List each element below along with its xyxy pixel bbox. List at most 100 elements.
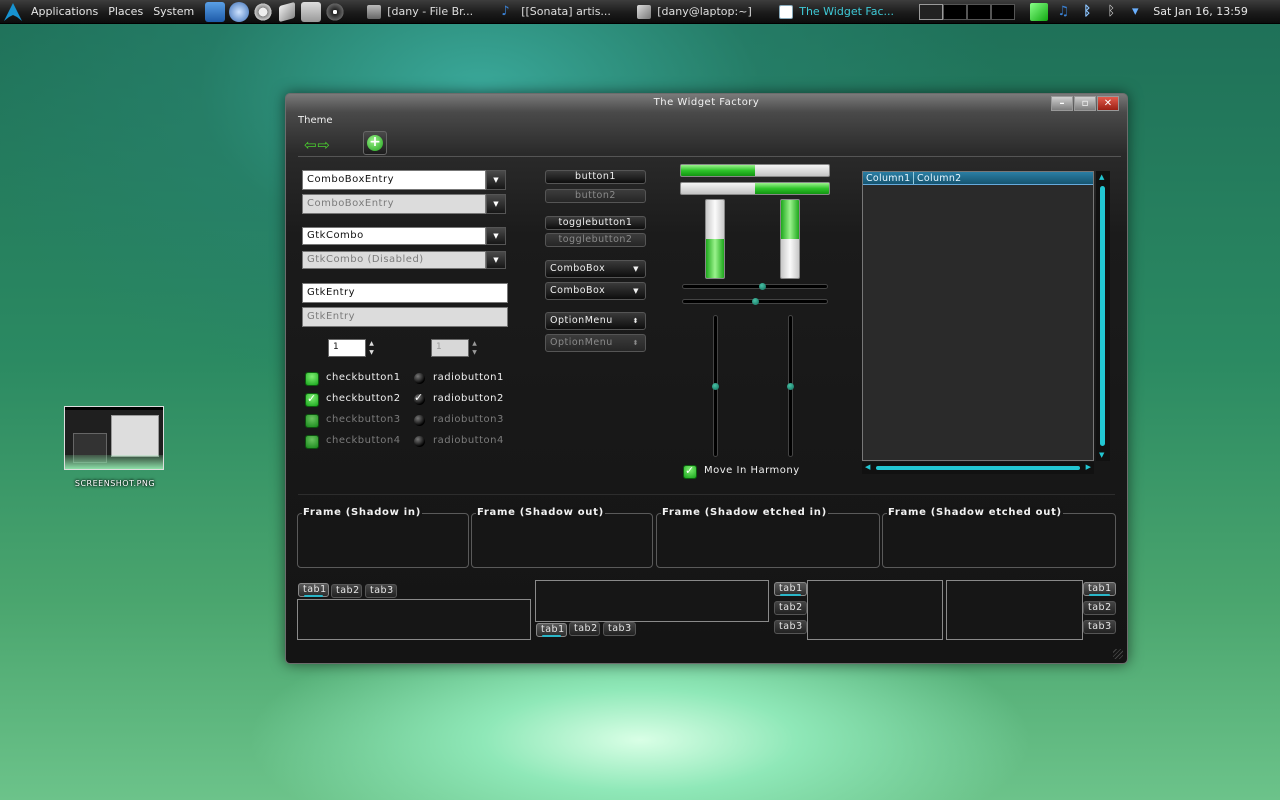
add-button[interactable]: + xyxy=(363,131,387,155)
workspace-3[interactable] xyxy=(967,3,992,20)
window-title: The Widget Factory xyxy=(653,97,760,108)
bluetooth-alt-icon[interactable]: ᛒ xyxy=(1102,3,1120,21)
back-forward-arrows-icon[interactable]: ⇦ ⇨ xyxy=(304,136,330,154)
scroll-left-icon[interactable]: ◀ xyxy=(865,463,870,471)
scroll-up-icon[interactable]: ▲ xyxy=(1099,173,1104,181)
radiobutton3 xyxy=(414,415,425,426)
checkbutton2[interactable] xyxy=(305,392,319,407)
music-tray-icon[interactable]: ♫ xyxy=(1054,3,1072,21)
workspace-2[interactable] xyxy=(943,3,968,20)
progress-fill xyxy=(755,183,829,194)
scroll-right-icon[interactable]: ▶ xyxy=(1086,463,1091,471)
bluetooth-icon[interactable]: ᛒ xyxy=(1078,3,1096,21)
task-widget-factory[interactable]: The Widget Fac... xyxy=(773,1,909,23)
network-icon[interactable]: ▾ xyxy=(1126,3,1144,21)
nb1-tab2[interactable]: tab2 xyxy=(331,584,362,598)
nb3-tab2[interactable]: tab2 xyxy=(774,601,807,615)
menu-places[interactable]: Places xyxy=(103,5,148,18)
progress-fill xyxy=(781,200,799,239)
chevron-down-icon: ▼ xyxy=(633,287,639,295)
horizontal-scrollbar[interactable]: ◀ ▶ xyxy=(862,462,1094,474)
arch-logo-icon[interactable] xyxy=(0,0,26,24)
gtk-combo-disabled: GtkCombo (Disabled) xyxy=(302,251,486,269)
nb4-tab3[interactable]: tab3 xyxy=(1083,620,1116,634)
close-button[interactable]: ✕ xyxy=(1097,96,1119,111)
resize-grip-icon[interactable] xyxy=(1113,649,1123,659)
nb1-tab3[interactable]: tab3 xyxy=(365,584,397,598)
combobox-entry[interactable]: ComboBoxEntry xyxy=(302,170,486,190)
terminal-tray-icon[interactable] xyxy=(1030,2,1049,21)
spin-arrows-icon[interactable]: ▲ ▼ xyxy=(367,339,376,357)
window-icon xyxy=(779,4,794,19)
gtk-entry[interactable]: GtkEntry xyxy=(302,283,508,303)
nb2-tab2[interactable]: tab2 xyxy=(569,622,600,636)
progress-fill xyxy=(706,239,724,278)
frame-shadow-in: Frame (Shadow in) xyxy=(297,507,469,568)
menu-system[interactable]: System xyxy=(148,5,199,18)
nb4-tab1[interactable]: tab1 xyxy=(1083,582,1116,596)
desktop-icon-screenshot[interactable]: SCREENSHOT.PNG xyxy=(64,406,166,488)
clock[interactable]: Sat Jan 16, 13:59 xyxy=(1153,5,1248,18)
settings-gear-icon[interactable] xyxy=(253,1,274,22)
gtk-combo-dropdown-icon[interactable]: ▼ xyxy=(486,227,506,245)
spin-button[interactable]: 1 xyxy=(328,339,366,357)
workspace-4[interactable] xyxy=(991,3,1016,20)
text-editor-icon[interactable] xyxy=(279,1,296,22)
option-menu[interactable]: OptionMenu ⬍ xyxy=(545,312,646,330)
toolbar-separator xyxy=(298,156,1121,157)
task-terminal[interactable]: [dany@laptop:~] xyxy=(631,1,767,23)
nb4-tab2[interactable]: tab2 xyxy=(1083,601,1116,615)
workspace-switcher xyxy=(919,3,1016,20)
column-header-2[interactable]: Column2 xyxy=(914,172,1093,184)
task-sonata[interactable]: ♪ [[Sonata] artis... xyxy=(495,1,625,23)
option-menu-label: OptionMenu xyxy=(550,315,613,326)
task-file-browser[interactable]: [dany - File Br... xyxy=(361,1,489,23)
combobox-entry-dropdown-icon[interactable]: ▼ xyxy=(486,170,506,190)
nb3-tab1[interactable]: tab1 xyxy=(774,582,807,596)
radiobutton2[interactable] xyxy=(414,391,425,405)
gtk-combo[interactable]: GtkCombo xyxy=(302,227,486,245)
button1[interactable]: button1 xyxy=(545,170,646,184)
combobox-entry-disabled-dropdown-icon: ▼ xyxy=(486,194,506,214)
frame-shadow-etched-out: Frame (Shadow etched out) xyxy=(882,507,1116,568)
togglebutton1[interactable]: togglebutton1 xyxy=(545,216,646,230)
nb3-tab3[interactable]: tab3 xyxy=(774,620,807,634)
maximize-button[interactable]: ▫ xyxy=(1074,96,1096,111)
scroll-down-icon[interactable]: ▼ xyxy=(1099,451,1104,459)
menu-theme[interactable]: Theme xyxy=(298,115,333,126)
minimize-button[interactable]: – xyxy=(1051,96,1073,111)
package-icon[interactable] xyxy=(301,1,322,22)
radiobutton1[interactable] xyxy=(414,373,425,384)
combobox-label: ComboBox xyxy=(550,285,606,296)
notebook-4-page xyxy=(946,580,1083,640)
nb2-tab3[interactable]: tab3 xyxy=(603,622,636,636)
frame-shadow-out: Frame (Shadow out) xyxy=(471,507,653,568)
checkbutton1[interactable] xyxy=(305,372,319,386)
column-header-1[interactable]: Column1 xyxy=(863,172,914,184)
combobox-2[interactable]: ComboBox ▼ xyxy=(545,282,646,300)
scrollbar-thumb[interactable] xyxy=(876,466,1080,470)
hscale-2-knob[interactable] xyxy=(752,298,759,305)
nb2-tab1[interactable]: tab1 xyxy=(536,623,567,637)
hprogress-2 xyxy=(680,182,830,195)
menu-applications[interactable]: Applications xyxy=(26,5,103,18)
tree-view[interactable]: Column1 Column2 xyxy=(862,171,1094,461)
files-launcher-icon[interactable] xyxy=(205,1,226,22)
spin-arrows-disabled-icon: ▲ ▼ xyxy=(472,340,477,356)
vprogress-1 xyxy=(705,199,725,279)
vscale-2-knob[interactable] xyxy=(787,383,794,390)
radiobutton2-label: radiobutton2 xyxy=(433,393,504,404)
nb1-tab1[interactable]: tab1 xyxy=(298,583,329,597)
vertical-scrollbar[interactable]: ▲ ▼ xyxy=(1096,171,1110,461)
task-label: [dany@laptop:~] xyxy=(657,5,752,18)
combobox-1[interactable]: ComboBox ▼ xyxy=(545,260,646,278)
vscale-1-knob[interactable] xyxy=(712,383,719,390)
hscale-1[interactable] xyxy=(682,284,828,289)
checkbutton1-label: checkbutton1 xyxy=(326,372,401,383)
desktop-icon-label: SCREENSHOT.PNG xyxy=(74,479,156,488)
move-in-harmony-check[interactable] xyxy=(683,464,697,479)
browser-launcher-icon[interactable] xyxy=(229,1,250,22)
workspace-1[interactable] xyxy=(919,3,944,20)
scrollbar-thumb[interactable] xyxy=(1100,186,1105,446)
media-player-icon[interactable] xyxy=(325,1,346,22)
